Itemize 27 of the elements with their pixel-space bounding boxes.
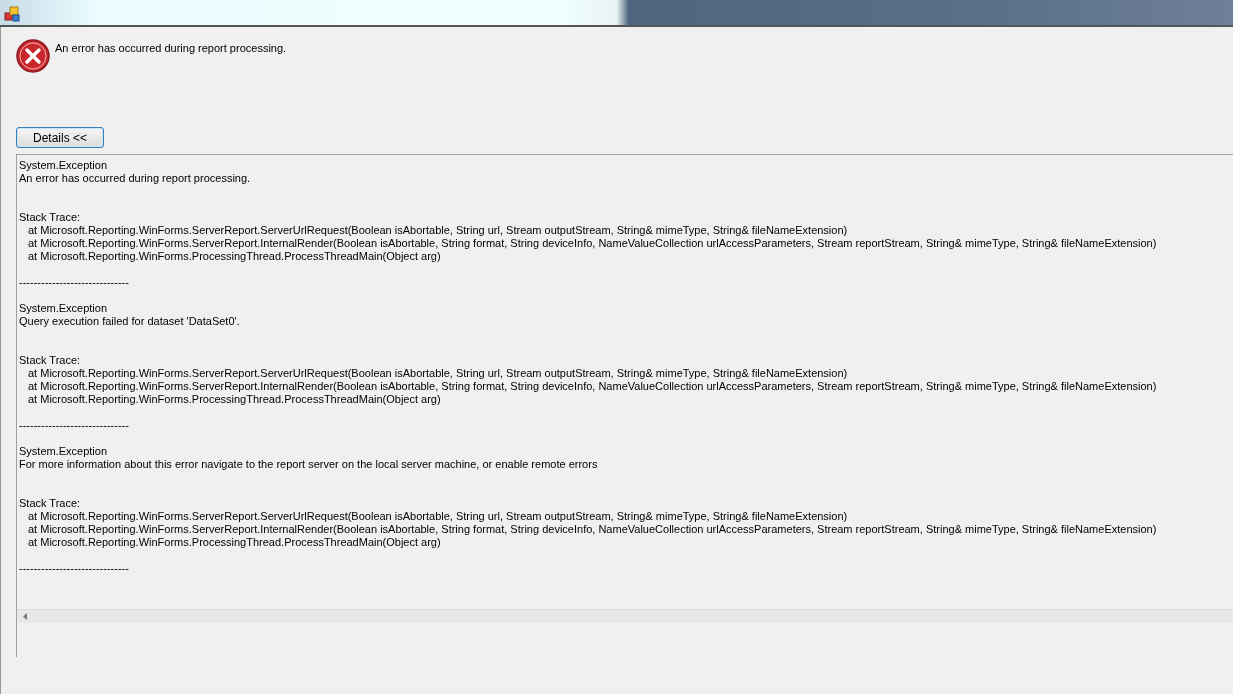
exception-type: System.Exception: [19, 159, 108, 172]
stack-trace-line: at Microsoft.Reporting.WinForms.ProcessingThread.ProcessThreadMain(Object arg): [27, 536, 441, 549]
exception-message: For more information about this error navigate to the report server on the local server machine, or enable remote errors: [19, 458, 598, 471]
app-icon: [4, 6, 20, 22]
exception-message: Query execution failed for dataset 'DataSet0'.: [19, 315, 240, 328]
scroll-left-icon[interactable]: [23, 613, 28, 620]
separator-line: ------------------------------: [19, 419, 129, 432]
exception-type: System.Exception: [19, 445, 108, 458]
stack-trace-line: at Microsoft.Reporting.WinForms.ServerReport.ServerUrlRequest(Boolean isAbortable, String url, Stream outputStream, String& mimeType, String& fileNameExtension): [27, 367, 848, 380]
stack-trace-label: Stack Trace:: [19, 211, 81, 224]
stack-trace-line: at Microsoft.Reporting.WinForms.ServerReport.InternalRender(Boolean isAbortable, String format, String deviceInfo, NameValueCollection urlAccessParameters, Stream reportStream, String& mimeType, String& fileNameExtension): [27, 523, 1157, 536]
stack-trace-line: at Microsoft.Reporting.WinForms.ServerReport.ServerUrlRequest(Boolean isAbortable, String url, Stream outputStream, String& mimeType, String& fileNameExtension): [27, 224, 848, 237]
exception-message: An error has occurred during report processing.: [19, 172, 251, 185]
separator-line: ------------------------------: [19, 276, 129, 289]
details-button[interactable]: Details <<: [16, 127, 104, 148]
exception-type: System.Exception: [19, 302, 108, 315]
stack-trace-line: at Microsoft.Reporting.WinForms.ServerReport.ServerUrlRequest(Boolean isAbortable, String url, Stream outputStream, String& mimeType, String& fileNameExtension): [27, 510, 848, 523]
stack-trace-label: Stack Trace:: [19, 354, 81, 367]
error-message: An error has occurred during report processing.: [55, 42, 287, 54]
separator-line: ------------------------------: [19, 562, 129, 575]
stack-trace-line: at Microsoft.Reporting.WinForms.ProcessingThread.ProcessThreadMain(Object arg): [27, 393, 441, 406]
stack-trace-line: at Microsoft.Reporting.WinForms.ServerReport.InternalRender(Boolean isAbortable, String format, String deviceInfo, NameValueCollection urlAccessParameters, Stream reportStream, String& mimeType, String& fileNameExtension): [27, 380, 1157, 393]
horizontal-scrollbar[interactable]: [17, 609, 1233, 623]
stack-trace-line: at Microsoft.Reporting.WinForms.ServerReport.InternalRender(Boolean isAbortable, String format, String deviceInfo, NameValueCollection urlAccessParameters, Stream reportStream, String& mimeType, String& fileNameExtension): [27, 237, 1157, 250]
stack-trace-line: at Microsoft.Reporting.WinForms.ProcessingThread.ProcessThreadMain(Object arg): [27, 250, 441, 263]
error-icon: [16, 39, 50, 73]
stack-trace-label: Stack Trace:: [19, 497, 81, 510]
